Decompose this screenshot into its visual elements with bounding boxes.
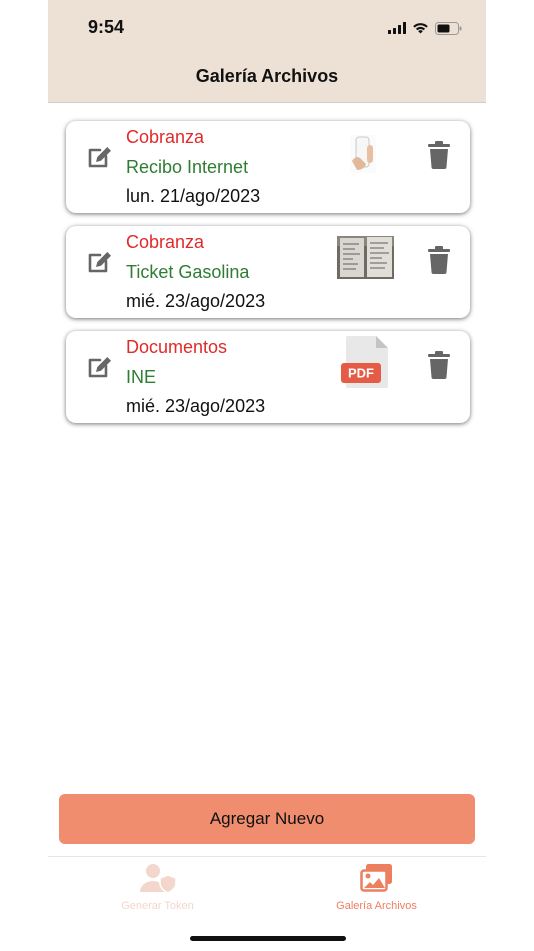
file-date: mié. 23/ago/2023 bbox=[126, 396, 266, 416]
wifi-icon bbox=[413, 23, 428, 34]
phone-photo-thumbnail[interactable] bbox=[350, 135, 376, 173]
pdf-icon[interactable]: PDF bbox=[340, 335, 390, 389]
status-time: 9:54 bbox=[88, 17, 125, 37]
file-card[interactable]: Cobranza Recibo Internet lun. 21/ago/202… bbox=[66, 121, 470, 213]
add-new-button[interactable]: Agregar Nuevo bbox=[59, 794, 475, 844]
file-category: Documentos bbox=[126, 337, 228, 357]
tab-galeria-archivos[interactable]: Galería Archivos bbox=[267, 863, 486, 912]
edit-icon[interactable] bbox=[86, 143, 114, 171]
header-bar: 9:54 Galería Archivos bbox=[48, 0, 486, 103]
trash-icon[interactable] bbox=[426, 351, 452, 379]
receipt-photo-thumbnail[interactable] bbox=[337, 236, 394, 279]
edit-icon[interactable] bbox=[86, 353, 114, 381]
file-name: Ticket Gasolina bbox=[126, 262, 250, 282]
trash-icon[interactable] bbox=[426, 246, 452, 274]
edit-icon[interactable] bbox=[86, 248, 114, 276]
file-card[interactable]: Cobranza Ticket Gasolina mié. 23/ago/202… bbox=[66, 226, 470, 318]
file-card[interactable]: Documentos INE mié. 23/ago/2023 PDF bbox=[66, 331, 470, 423]
status-icons bbox=[388, 18, 462, 38]
page-title: Galería Archivos bbox=[195, 66, 339, 86]
user-shield-icon bbox=[139, 864, 177, 894]
images-icon bbox=[359, 864, 392, 892]
file-category: Cobranza bbox=[126, 232, 205, 252]
signal-icon bbox=[388, 22, 406, 34]
tab-label: Generar Token bbox=[121, 900, 194, 912]
file-date: mié. 23/ago/2023 bbox=[126, 291, 266, 311]
home-indicator bbox=[190, 936, 346, 941]
trash-icon[interactable] bbox=[426, 141, 452, 169]
battery-icon bbox=[435, 21, 462, 35]
file-date: lun. 21/ago/2023 bbox=[126, 186, 261, 206]
app-screen: 9:54 Galería Archivos Cobranza Recibo In… bbox=[48, 0, 486, 951]
tab-generar-token[interactable]: Generar Token bbox=[48, 863, 267, 912]
file-name: Recibo Internet bbox=[126, 157, 249, 177]
pdf-label: PDF bbox=[348, 366, 374, 381]
file-name: INE bbox=[126, 367, 157, 387]
tab-label: Galería Archivos bbox=[336, 900, 417, 912]
file-category: Cobranza bbox=[126, 127, 205, 147]
